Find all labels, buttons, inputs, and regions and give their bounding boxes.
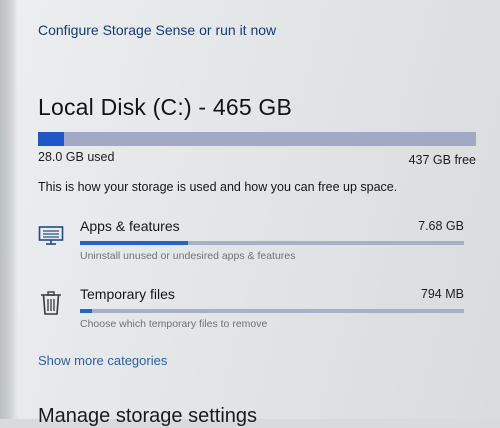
- disk-free-label: 437 GB free: [408, 153, 476, 167]
- window-left-edge: [0, 0, 18, 419]
- category-usage-bar-fill: [80, 309, 92, 313]
- monitor-icon: [38, 222, 64, 248]
- category-usage-bar: [80, 241, 464, 245]
- category-apps-features[interactable]: Apps & features 7.68 GB Uninstall unused…: [38, 216, 468, 272]
- category-description: Choose which temporary files to remove: [80, 318, 268, 330]
- configure-storage-sense-link[interactable]: Configure Storage Sense or run it now: [38, 22, 276, 38]
- category-usage-bar-fill: [80, 241, 188, 245]
- disk-usage-bar: [38, 132, 476, 146]
- category-name: Temporary files: [80, 286, 175, 302]
- trash-icon: [38, 290, 64, 316]
- disk-usage-bar-fill: [38, 132, 65, 146]
- category-size: 7.68 GB: [418, 219, 464, 233]
- category-temporary-files[interactable]: Temporary files 794 MB Choose which temp…: [38, 284, 468, 340]
- disk-used-label: 28.0 GB used: [38, 150, 115, 164]
- category-size: 794 MB: [420, 287, 464, 301]
- manage-storage-settings-heading: Manage storage settings: [38, 405, 258, 427]
- category-usage-bar: [80, 309, 464, 313]
- storage-description: This is how your storage is used and how…: [38, 180, 398, 194]
- show-more-categories-link[interactable]: Show more categories: [38, 353, 167, 368]
- disk-title: Local Disk (C:) - 465 GB: [38, 94, 293, 120]
- category-description: Uninstall unused or undesired apps & fea…: [80, 250, 296, 262]
- storage-settings-screen: Configure Storage Sense or run it now Lo…: [0, 0, 500, 427]
- category-name: Apps & features: [80, 218, 180, 234]
